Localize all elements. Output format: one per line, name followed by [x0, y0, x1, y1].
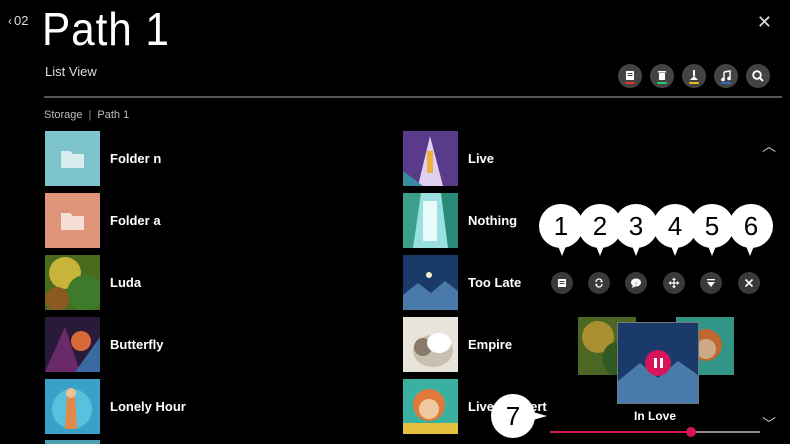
item-label: Too Late [468, 275, 522, 290]
back-label: 02 [14, 13, 29, 28]
callout-6: 6 [729, 204, 773, 248]
callout-tail [596, 246, 604, 256]
folder-thumbnail [45, 193, 100, 248]
playlist-icon [558, 279, 566, 287]
list-item[interactable]: Too Late [403, 255, 521, 310]
list-item[interactable]: Folder n [45, 131, 161, 186]
player-minimize-button[interactable] [700, 272, 722, 294]
item-label: Lonely Hour [110, 399, 186, 414]
move-icon [668, 277, 680, 289]
item-label: Folder n [110, 151, 162, 166]
callout-7: 7 [491, 394, 535, 438]
svg-text:♫: ♫ [634, 281, 638, 287]
item-label: Butterfly [110, 337, 164, 352]
toolbar [618, 64, 770, 88]
red-key-bar [625, 82, 635, 84]
callout-tail [558, 246, 566, 256]
scroll-down-button[interactable]: ﹀ [762, 414, 776, 434]
list-item[interactable]: Folder a [45, 193, 161, 248]
current-album-art [617, 322, 699, 404]
callout-tail [671, 246, 679, 256]
music-button[interactable] [714, 64, 738, 88]
callout-3: 3 [614, 204, 658, 248]
item-label: Nothing [468, 213, 518, 228]
item-label: Empire [468, 337, 513, 352]
minimize-icon [707, 279, 715, 287]
scroll-up-button[interactable]: ︿ [762, 136, 776, 156]
list-item[interactable]: Butterfly [45, 317, 163, 372]
breadcrumb-path: Path 1 [97, 109, 130, 121]
progress-knob[interactable] [685, 427, 696, 437]
image-thumbnail [45, 379, 100, 434]
image-thumbnail [45, 317, 100, 372]
close-icon[interactable]: ✕ [757, 12, 772, 33]
callout-tail [533, 412, 547, 420]
list-item[interactable]: Luda [45, 255, 141, 310]
list-item[interactable]: Lonely Hour [45, 379, 186, 434]
delete-icon [658, 71, 666, 80]
breadcrumb-separator: | [88, 109, 92, 121]
music-icon [721, 70, 731, 82]
lyrics-icon: ♫ [631, 278, 641, 288]
close-icon [744, 278, 754, 288]
image-thumbnail [403, 255, 458, 310]
chevron-left-icon: ‹ [8, 14, 12, 28]
playlist-button[interactable] [618, 64, 642, 88]
list-item-partial [45, 440, 100, 444]
progress-track[interactable] [550, 431, 760, 433]
progress-fill [550, 431, 691, 433]
now-playing-title: In Love [634, 409, 677, 423]
image-thumbnail [45, 255, 100, 310]
callout-5: 5 [690, 204, 734, 248]
image-thumbnail [403, 193, 458, 248]
item-label: Luda [110, 275, 142, 290]
list-item[interactable]: Empire [403, 317, 512, 372]
image-thumbnail [403, 379, 458, 434]
sort-button[interactable] [682, 64, 706, 88]
back-button[interactable]: ‹ 02 [8, 13, 28, 28]
delete-button[interactable] [650, 64, 674, 88]
repeat-icon [595, 278, 603, 288]
pause-icon [653, 358, 657, 368]
sort-icon [690, 70, 698, 80]
player-lyrics-button[interactable]: ♫ [625, 272, 647, 294]
player-playlist-button[interactable] [551, 272, 573, 294]
callout-tail [708, 246, 716, 256]
callout-tail [632, 246, 640, 256]
item-label: Folder a [110, 213, 161, 228]
player-move-button[interactable] [663, 272, 685, 294]
image-thumbnail [403, 317, 458, 372]
search-button[interactable] [746, 64, 770, 88]
green-key-bar [657, 82, 667, 84]
list-item[interactable]: Nothing [403, 193, 517, 248]
search-icon [752, 70, 764, 82]
view-mode-label[interactable]: List View [45, 64, 97, 79]
image-thumbnail [403, 131, 458, 186]
item-label: Live [468, 151, 495, 166]
breadcrumb: Storage | Path 1 [44, 109, 129, 121]
callout-1: 1 [539, 204, 583, 248]
callout-tail [746, 246, 754, 256]
blue-key-bar [721, 82, 731, 84]
folder-thumbnail [45, 131, 100, 186]
pause-button[interactable] [645, 350, 671, 376]
list-item[interactable]: Live [403, 131, 494, 186]
playlist-icon [626, 71, 634, 80]
header-divider [44, 96, 782, 98]
player-close-button[interactable] [738, 272, 760, 294]
breadcrumb-storage[interactable]: Storage [44, 109, 83, 121]
player-repeat-button[interactable] [588, 272, 610, 294]
page-title: Path 1 [42, 3, 170, 55]
yellow-key-bar [689, 82, 699, 84]
